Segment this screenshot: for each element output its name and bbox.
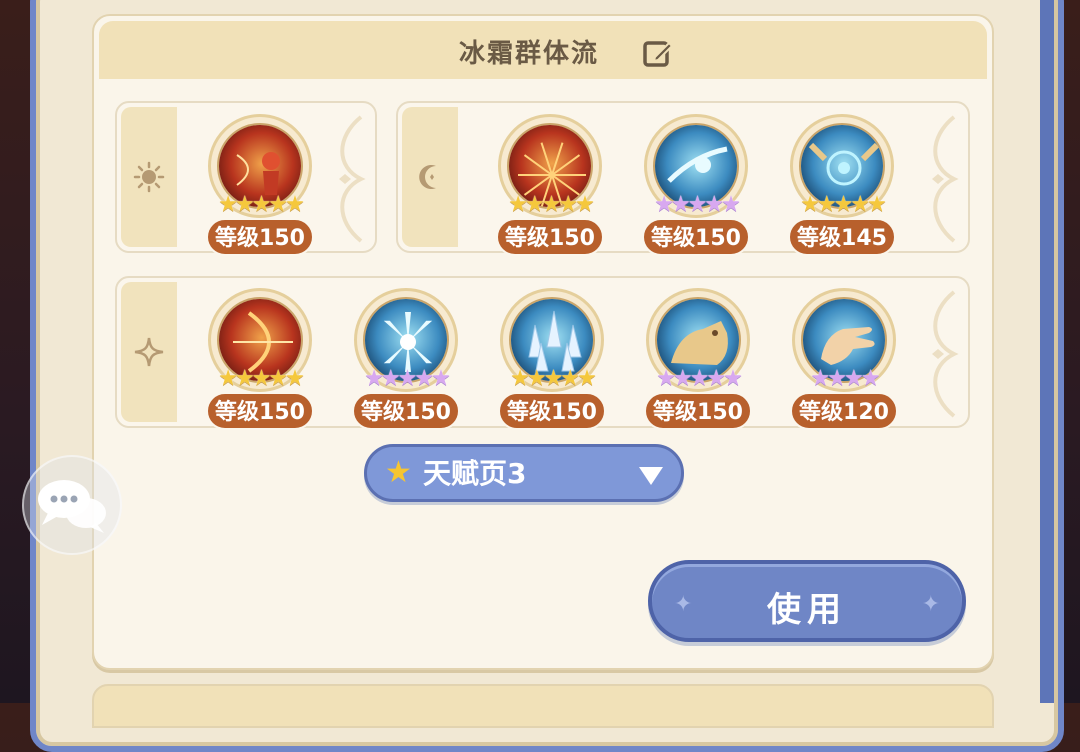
sparkle-decoration-right: ✦ [921, 592, 940, 617]
skill-level-badge: 等级120 [790, 392, 898, 430]
skill-slot[interactable]: ★★★★★ 等级150 [492, 284, 612, 434]
skill-stars: ★★★★★ [218, 192, 305, 217]
chevron-down-icon [639, 467, 663, 485]
skill-slot[interactable]: ★★★★★ 等级150 [636, 110, 756, 260]
chat-bubbles-icon [38, 480, 106, 533]
skill-stars: ★★★★ [810, 366, 881, 391]
skill-slot[interactable]: ★★★★★ 等级150 [200, 284, 320, 434]
talent-page-dropdown[interactable]: ★ 天赋页3 [364, 444, 684, 502]
skill-level-badge: 等级150 [206, 392, 314, 430]
skill-stars: ★★★★★ [508, 192, 595, 217]
skill-stars: ★★★★★ [364, 366, 451, 391]
panel-header: 冰霜群体流 [99, 21, 987, 79]
next-build-panel [92, 684, 994, 728]
use-button-label: 使用 [767, 590, 847, 630]
skill-level-badge: 等级150 [642, 218, 750, 256]
skill-level-badge: 等级150 [352, 392, 460, 430]
ornament-decoration [932, 115, 959, 243]
frame-edge [1040, 0, 1054, 703]
skill-stars: ★★★★★ [800, 192, 887, 217]
skill-stars: ★★★★★ [656, 366, 743, 391]
group-tab [121, 107, 177, 247]
star-icon: ★ [385, 455, 412, 490]
ornament-decoration [339, 115, 366, 243]
build-title: 冰霜群体流 [458, 39, 599, 69]
skill-level-badge: 等级150 [496, 218, 604, 256]
skill-slot[interactable]: ★★★★ 等级120 [784, 284, 904, 434]
group-tab [121, 282, 177, 422]
skill-level-badge: 等级150 [206, 218, 314, 256]
edit-icon[interactable] [641, 37, 675, 71]
skill-slot[interactable]: ★★★★★ 等级150 [638, 284, 758, 434]
skill-slot[interactable]: ★★★★★ 等级150 [200, 110, 320, 260]
skill-stars: ★★★★★ [510, 366, 597, 391]
skill-level-badge: 等级145 [788, 218, 896, 256]
skill-slot[interactable]: ★★★★★ 等级150 [346, 284, 466, 434]
use-button[interactable]: ✦ 使用 ✦ [648, 560, 966, 642]
skill-level-badge: 等级150 [498, 392, 606, 430]
chat-button[interactable] [22, 455, 122, 555]
group-tab [402, 107, 458, 247]
moon-icon [419, 165, 436, 189]
skill-slot[interactable]: ★★★★★ 等级145 [782, 110, 902, 260]
skill-stars: ★★★★★ [654, 192, 741, 217]
sun-icon [133, 161, 165, 193]
talent-page-label: 天赋页3 [423, 457, 527, 490]
skill-level-badge: 等级150 [644, 392, 752, 430]
sparkle-icon [134, 337, 164, 367]
skill-slot[interactable]: ★★★★★ 等级150 [490, 110, 610, 260]
skill-stars: ★★★★★ [218, 366, 305, 391]
ornament-decoration [932, 290, 959, 418]
